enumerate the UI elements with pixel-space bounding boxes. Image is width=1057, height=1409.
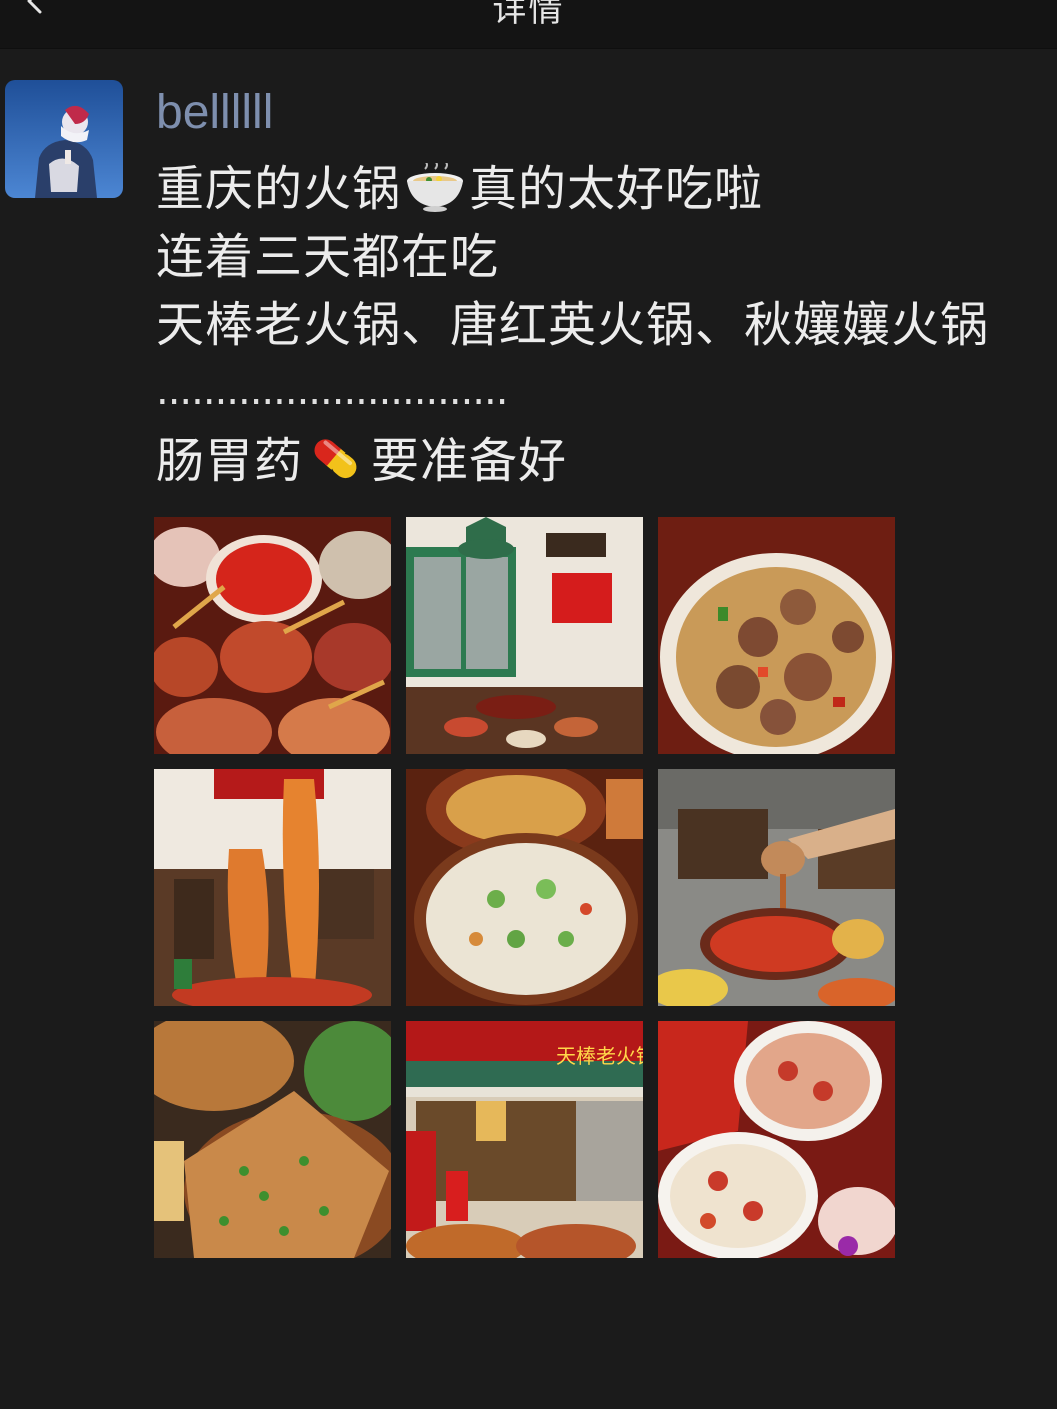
photo-fried-rice-bowl[interactable] (406, 769, 643, 1006)
user-avatar[interactable] (5, 80, 123, 198)
photo-noodles-lift[interactable] (154, 769, 391, 1006)
text-segment: 肠胃药 (156, 433, 304, 489)
photo-hotpot-ingredients[interactable] (154, 517, 391, 754)
pill-emoji (314, 439, 357, 479)
image-grid: 天棒老火锅 (154, 517, 896, 1259)
photo-restaurant-interior[interactable] (406, 517, 643, 754)
text-line-2: 连着三天都在吃 (156, 229, 500, 285)
text-line-3: 天棒老火锅、唐红英火锅、秋孃孃火锅 (156, 297, 990, 353)
storefront-sign-text: 天棒老火锅 (556, 1044, 643, 1068)
hotpot-bowl-emoji (407, 163, 464, 212)
photo-bingfen-dessert[interactable] (658, 1021, 895, 1258)
top-bar: 详情 (0, 0, 1057, 49)
text-segment: 要准备好 (371, 433, 568, 489)
photo-storefront-tianbang[interactable]: 天棒老火锅 (406, 1021, 643, 1258)
photo-spicy-chicken-rice[interactable] (658, 517, 895, 754)
post-content: 重庆的火锅 真的太好吃啦 连着三天都在吃 天棒老火锅、唐红英火锅、秋孃孃火锅 .… (156, 155, 1051, 495)
text-segment: 重庆的火锅 (156, 161, 402, 217)
text-line-1: 重庆的火锅 真的太好吃啦 (156, 155, 1051, 223)
avatar-image (5, 80, 123, 198)
page-title: 详情 (492, 0, 565, 30)
photo-scallion-pancake[interactable] (154, 1021, 391, 1258)
text-line-dots: .............................. (156, 368, 508, 414)
photo-pouring-soup[interactable] (658, 769, 895, 1006)
text-segment: 真的太好吃啦 (469, 161, 764, 217)
post-body: bellllll 重庆的火锅 真的太好吃啦 连着三天都在吃 天棒老火锅、唐红英火… (0, 49, 1057, 1409)
username[interactable]: bellllll (156, 85, 273, 140)
text-line-4: 肠胃药 要准备好 (156, 427, 1051, 495)
